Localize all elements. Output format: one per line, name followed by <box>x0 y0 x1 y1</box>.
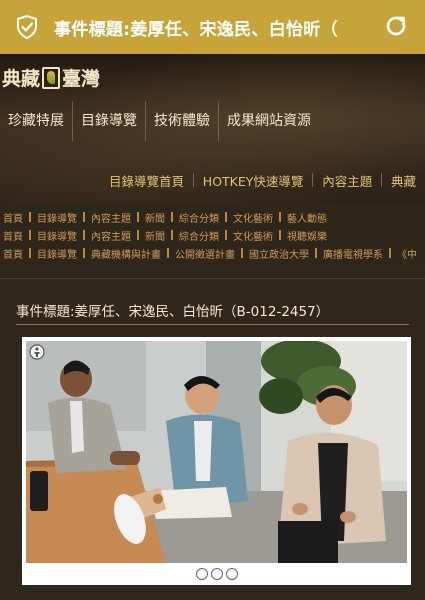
license-icons <box>22 568 411 580</box>
breadcrumb-link[interactable]: 新聞 <box>142 210 168 225</box>
logo-text-left: 典藏 <box>2 68 41 90</box>
breadcrumb-link[interactable]: 《中 <box>394 246 420 261</box>
logo-text-right: 臺灣 <box>62 68 101 90</box>
site-header: 典藏 臺灣 珍藏特展 目錄導覽 技術體驗 成果網站資源 目錄導覽首頁 HOTKE… <box>0 54 425 204</box>
breadcrumb-link[interactable]: 藝人動態 <box>284 210 330 225</box>
attribution-icon[interactable] <box>195 568 208 580</box>
main-nav-item-catalog[interactable]: 目錄導覽 <box>73 101 145 141</box>
breadcrumb-row: 首頁 目錄導覽 典藏機構與計畫 公開徵選計畫 國立政治大學 廣播電視學系 《中 <box>0 244 425 262</box>
breadcrumb-link[interactable]: 公開徵選計畫 <box>172 246 238 261</box>
sub-nav-item-collection[interactable]: 典藏 <box>382 171 425 190</box>
breadcrumb-row: 首頁 目錄導覽 內容主題 新聞 綜合分類 文化藝術 藝人動態 <box>0 208 425 226</box>
main-nav-item-exhibitions[interactable]: 珍藏特展 <box>0 101 72 141</box>
sub-nav-item-topics[interactable]: 內容主題 <box>313 171 381 190</box>
shield-check-icon[interactable] <box>14 14 40 40</box>
breadcrumb-link[interactable]: 首頁 <box>0 210 26 225</box>
main-nav-item-technology[interactable]: 技術體驗 <box>146 101 218 141</box>
breadcrumb-link[interactable]: 典藏機構與計畫 <box>88 246 164 261</box>
site-logo[interactable]: 典藏 臺灣 <box>2 64 100 91</box>
event-photo[interactable] <box>26 341 407 563</box>
breadcrumb-link[interactable]: 內容主題 <box>88 210 134 225</box>
breadcrumb-row: 首頁 目錄導覽 內容主題 新聞 綜合分類 文化藝術 視聽娛樂 <box>0 226 425 244</box>
noncommercial-icon[interactable] <box>210 568 223 580</box>
breadcrumb-link[interactable]: 首頁 <box>0 246 26 261</box>
breadcrumb-link[interactable]: 內容主題 <box>88 228 134 243</box>
title-underline <box>16 324 409 325</box>
main-nav-item-resources[interactable]: 成果網站資源 <box>219 101 319 141</box>
breadcrumb-link[interactable]: 目錄導覽 <box>34 246 80 261</box>
reload-icon[interactable] <box>383 13 409 39</box>
breadcrumb-link[interactable]: 首頁 <box>0 228 26 243</box>
breadcrumb-link[interactable]: 新聞 <box>142 228 168 243</box>
creative-commons-icon[interactable] <box>29 344 45 360</box>
breadcrumb-link[interactable]: 綜合分類 <box>176 228 222 243</box>
category-breadcrumbs: 首頁 目錄導覽 內容主題 新聞 綜合分類 文化藝術 藝人動態 首頁 目錄導覽 內… <box>0 204 425 266</box>
photo-frame <box>22 337 411 585</box>
no-derivatives-icon[interactable] <box>225 568 238 580</box>
breadcrumb-link[interactable]: 視聽娛樂 <box>284 228 330 243</box>
section-divider <box>0 278 425 279</box>
browser-title-bar: 事件標題:姜厚任、宋逸民、白怡昕（ <box>0 0 425 54</box>
sub-nav-item-hotkey[interactable]: HOTKEY快速導覽 <box>194 171 313 190</box>
main-nav: 珍藏特展 目錄導覽 技術體驗 成果網站資源 <box>0 101 425 141</box>
breadcrumb-link[interactable]: 目錄導覽 <box>34 210 80 225</box>
page-title: 事件標題:姜厚任、宋逸民、白怡昕（ <box>54 19 338 40</box>
sub-nav-item-catalog-home[interactable]: 目錄導覽首頁 <box>100 171 193 190</box>
breadcrumb-link[interactable]: 文化藝術 <box>230 210 276 225</box>
breadcrumb-link[interactable]: 文化藝術 <box>230 228 276 243</box>
sub-nav: 目錄導覽首頁 HOTKEY快速導覽 內容主題 典藏 <box>0 167 425 193</box>
event-title: 事件標題:姜厚任、宋逸民、白怡昕（B-012-2457） <box>16 304 330 320</box>
breadcrumb-link[interactable]: 綜合分類 <box>176 210 222 225</box>
breadcrumb-link[interactable]: 國立政治大學 <box>246 246 312 261</box>
logo-mark-icon <box>42 66 61 89</box>
breadcrumb-link[interactable]: 廣播電視學系 <box>320 246 386 261</box>
breadcrumb-link[interactable]: 目錄導覽 <box>34 228 80 243</box>
